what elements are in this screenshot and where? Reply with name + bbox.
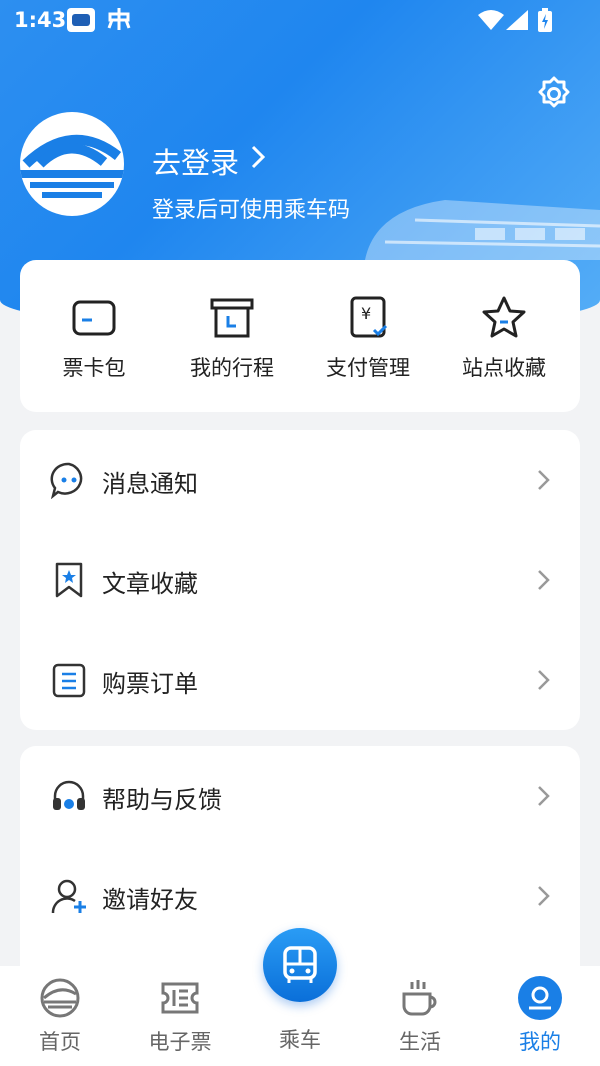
tab-ride[interactable] <box>263 928 337 1002</box>
star-icon <box>482 296 526 338</box>
settings-gear-icon[interactable] <box>534 74 574 114</box>
quick-item-label: 我的行程 <box>190 356 274 380</box>
menu-item-label: 文章收藏 <box>102 570 198 598</box>
quick-actions-card: 票卡包 我的行程 ¥ 支付管理 站点收藏 <box>20 260 580 412</box>
ticket-icon <box>161 982 199 1014</box>
home-logo-icon <box>40 978 80 1018</box>
tab-life[interactable]: 生活 <box>360 976 480 1056</box>
menu-item-ticket-orders[interactable]: 购票订单 <box>20 630 580 730</box>
coffee-icon <box>402 980 437 1016</box>
bug-notification-icon <box>106 6 132 38</box>
quick-item-label: 站点收藏 <box>462 356 546 380</box>
menu-item-label: 购票订单 <box>102 670 198 698</box>
chevron-right-icon <box>538 470 550 490</box>
status-bar: 1:43 <box>0 0 600 40</box>
quick-item-favorite-stations[interactable]: 站点收藏 <box>434 294 574 382</box>
chevron-right-icon <box>538 570 550 590</box>
quick-item-payment[interactable]: ¥ 支付管理 <box>298 294 438 382</box>
quick-item-ticket-wallet[interactable]: 票卡包 <box>24 294 164 382</box>
profile-icon <box>518 976 562 1020</box>
chevron-right-icon <box>538 886 550 906</box>
wifi-icon <box>478 10 504 35</box>
chevron-right-icon[interactable] <box>250 144 266 174</box>
menu-item-label: 帮助与反馈 <box>102 786 222 814</box>
tab-mine[interactable]: 我的 <box>480 976 600 1056</box>
signal-icon <box>506 10 528 35</box>
itinerary-icon <box>210 298 254 338</box>
invite-user-icon <box>51 879 86 914</box>
login-subtitle: 登录后可使用乘车码 <box>152 198 351 223</box>
tab-label: 电子票 <box>148 1030 212 1054</box>
status-time: 1:43 <box>14 8 67 32</box>
chevron-right-icon <box>538 786 550 806</box>
svg-text:¥: ¥ <box>361 304 371 323</box>
menu-item-notifications[interactable]: 消息通知 <box>20 430 580 530</box>
order-icon <box>52 663 86 698</box>
tab-eticket[interactable]: 电子票 <box>120 976 240 1056</box>
bus-icon <box>283 946 317 983</box>
tab-ride-label: 乘车 <box>279 1028 321 1052</box>
metro-logo-icon <box>20 134 124 198</box>
menu-card-1: 消息通知 文章收藏 购票订单 <box>20 430 580 730</box>
quick-item-itinerary[interactable]: 我的行程 <box>162 294 302 382</box>
tab-home[interactable]: 首页 <box>0 976 120 1056</box>
quick-item-label: 票卡包 <box>62 356 126 380</box>
tab-label: 首页 <box>39 1030 81 1054</box>
menu-item-help-feedback[interactable]: 帮助与反馈 <box>20 746 580 846</box>
battery-icon <box>538 8 552 37</box>
avatar[interactable] <box>20 112 124 216</box>
payment-icon: ¥ <box>350 296 388 338</box>
message-icon <box>50 462 83 499</box>
app-notification-icon <box>67 8 95 32</box>
headset-icon <box>53 780 85 810</box>
bookmark-icon <box>55 562 83 598</box>
quick-item-label: 支付管理 <box>326 356 410 380</box>
chevron-right-icon <box>538 670 550 690</box>
tab-label: 生活 <box>399 1030 441 1054</box>
menu-item-label: 邀请好友 <box>102 886 198 914</box>
login-link[interactable]: 去登录 <box>152 140 239 182</box>
card-icon <box>72 300 116 336</box>
tab-label: 我的 <box>519 1030 561 1054</box>
menu-item-label: 消息通知 <box>102 470 198 498</box>
menu-item-saved-articles[interactable]: 文章收藏 <box>20 530 580 630</box>
